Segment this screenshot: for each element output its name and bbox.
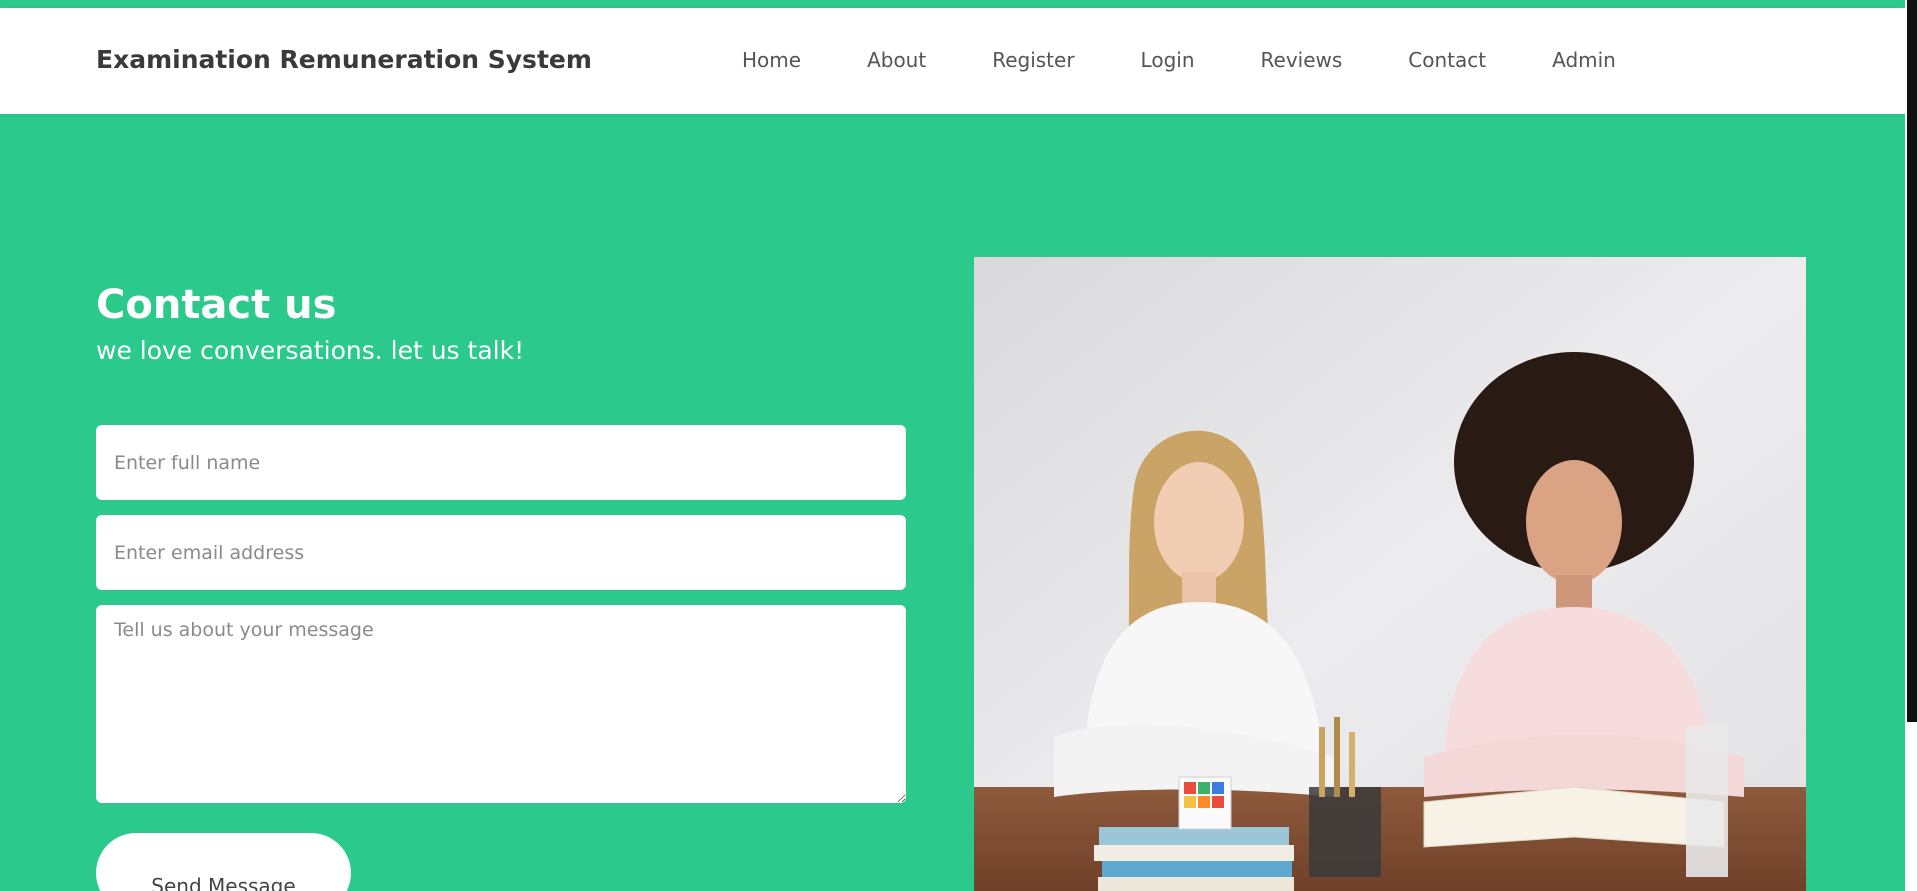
nav-link-register[interactable]: Register (992, 48, 1074, 72)
message-textarea[interactable] (96, 605, 906, 803)
scrollbar-thumb[interactable] (1907, 0, 1917, 722)
full-name-input[interactable] (96, 425, 906, 500)
navbar: Examination Remuneration System Home Abo… (0, 8, 1905, 114)
contact-title: Contact us (96, 282, 337, 328)
nav-link-admin[interactable]: Admin (1552, 48, 1616, 72)
contact-subtitle: we love conversations. let us talk! (96, 336, 525, 365)
contact-photo (974, 257, 1806, 891)
nav-link-about[interactable]: About (867, 48, 926, 72)
scrollbar[interactable] (1905, 0, 1917, 891)
nav-link-login[interactable]: Login (1141, 48, 1195, 72)
two-women-at-desk-illustration (974, 257, 1806, 891)
top-accent-strip (0, 0, 1905, 8)
nav-link-home[interactable]: Home (742, 48, 801, 72)
email-input[interactable] (96, 515, 906, 590)
send-message-button[interactable]: Send Message (96, 833, 351, 891)
brand-title[interactable]: Examination Remuneration System (96, 45, 592, 74)
nav-links: Home About Register Login Reviews Contac… (742, 48, 1682, 72)
page-viewport: Examination Remuneration System Home Abo… (0, 0, 1905, 891)
nav-link-reviews[interactable]: Reviews (1261, 48, 1343, 72)
nav-link-contact[interactable]: Contact (1408, 48, 1486, 72)
